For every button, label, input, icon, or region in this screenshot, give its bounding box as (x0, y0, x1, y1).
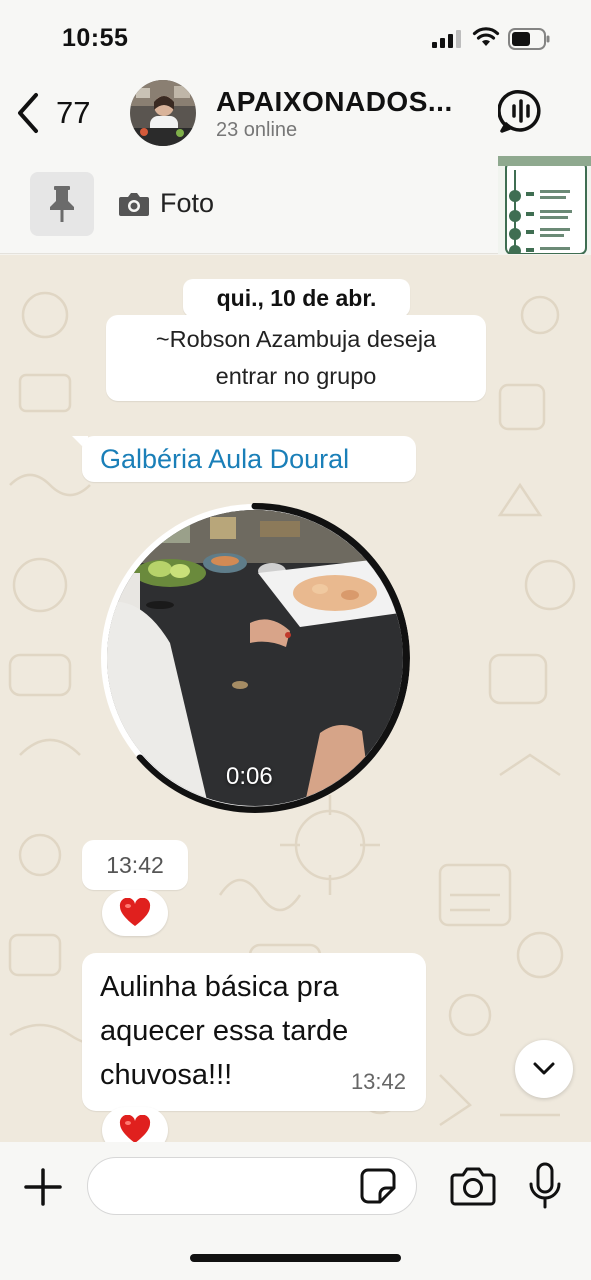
home-indicator (190, 1254, 401, 1262)
voice-chat-icon[interactable] (498, 88, 544, 134)
camera-small-icon (119, 192, 149, 216)
sender-name[interactable]: Galbéria Aula Doural (82, 436, 416, 482)
heart-icon (119, 1115, 151, 1142)
input-bar (0, 1142, 591, 1280)
battery-icon (508, 28, 550, 50)
heart-reaction[interactable] (102, 1107, 168, 1142)
system-message: ~Robson Azambuja deseja entrar no grupo (106, 315, 486, 401)
video-duration: 0:06 (226, 763, 273, 790)
message-timestamp: 13:42 (350, 1069, 406, 1094)
text-message[interactable]: Aulinha básica pra aquecer essa tarde ch… (82, 953, 426, 1111)
chevron-down-icon (533, 1062, 555, 1075)
unread-count: 77 (56, 95, 91, 130)
signal-icon (432, 30, 461, 48)
camera-icon[interactable] (450, 1166, 496, 1206)
video-timestamp: 13:42 (82, 840, 188, 890)
scroll-to-bottom-button[interactable] (515, 1040, 573, 1098)
group-avatar[interactable] (130, 80, 196, 146)
wifi-icon (472, 27, 500, 46)
pin-icon (50, 186, 74, 222)
back-chevron-icon (18, 93, 38, 133)
sticker-icon[interactable] (360, 1168, 396, 1204)
online-status: 23 online (216, 119, 298, 141)
status-bar: 10:55 (0, 0, 591, 72)
pinned-text: Foto (160, 188, 215, 218)
pin-button[interactable] (30, 172, 94, 236)
system-message-line: ~Robson Azambuja deseja (155, 326, 437, 352)
chat-header: 77 APAIXONADOS... 23 online (0, 72, 591, 154)
pinned-message-bar[interactable]: Foto (0, 154, 591, 254)
chat-area[interactable]: qui., 10 de abr. ~Robson Azambuja deseja… (0, 255, 591, 1142)
heart-icon (119, 898, 151, 926)
back-button[interactable]: 77 (12, 88, 90, 138)
plus-icon[interactable] (22, 1166, 64, 1208)
microphone-icon[interactable] (528, 1162, 562, 1210)
message-line: Aulinha básica pra (100, 971, 339, 1003)
pinned-label: Foto (118, 188, 214, 219)
pinned-thumbnail[interactable] (498, 156, 591, 254)
heart-reaction[interactable] (102, 890, 168, 936)
status-time: 10:55 (62, 24, 129, 52)
system-message-line: entrar no grupo (215, 363, 377, 389)
group-name[interactable]: APAIXONADOS... (216, 86, 453, 118)
message-line: aquecer essa tarde (100, 1015, 349, 1047)
date-separator: qui., 10 de abr. (183, 279, 410, 317)
